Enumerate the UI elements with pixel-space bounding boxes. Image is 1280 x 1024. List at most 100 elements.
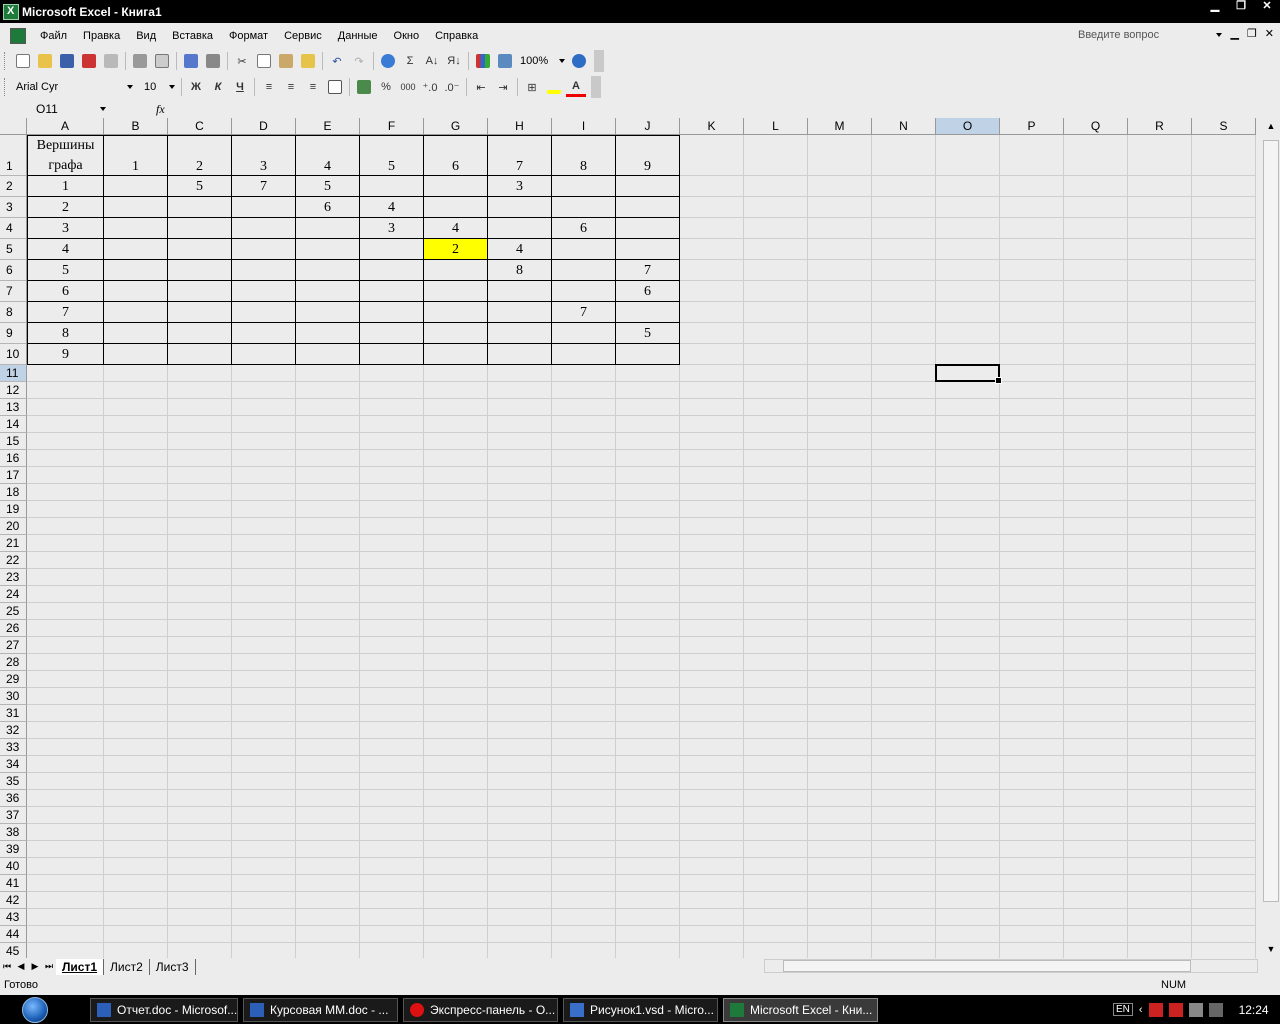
table-cell[interactable] (616, 197, 680, 218)
permission-icon[interactable] (79, 51, 99, 71)
insert-function-icon[interactable]: fx (156, 102, 165, 117)
table-column-label[interactable]: 6 (424, 135, 488, 176)
menu-window[interactable]: Окно (386, 30, 428, 42)
column-header-e[interactable]: E (296, 118, 360, 135)
table-cell[interactable] (168, 260, 232, 281)
worksheet-grid[interactable]: ABCDEFGHIJKLMNOPQRS 1 2 3 4 5 6 7 8 9 10 11 12 13 14 1… (0, 118, 1280, 958)
vertical-scrollbar[interactable]: ▲ ▼ (1262, 118, 1280, 958)
table-cell[interactable] (424, 344, 488, 365)
table-cell[interactable]: 4 (488, 239, 552, 260)
row-header-25[interactable]: 25 (0, 603, 27, 620)
row-header-6[interactable]: 6 (0, 260, 27, 281)
taskbar-item[interactable]: Курсовая ММ.doc - ... (243, 997, 398, 1022)
row-header-27[interactable]: 27 (0, 637, 27, 654)
row-header-7[interactable]: 7 (0, 281, 27, 302)
table-cell[interactable] (360, 281, 424, 302)
table-row-label[interactable]: 6 (27, 281, 104, 302)
bold-button[interactable]: Ж (186, 77, 206, 97)
thousands-button[interactable]: 000 (398, 77, 418, 97)
table-cell[interactable] (360, 344, 424, 365)
column-header-d[interactable]: D (232, 118, 296, 135)
row-header-16[interactable]: 16 (0, 450, 27, 467)
table-cell[interactable] (552, 176, 616, 197)
table-column-label[interactable]: 2 (168, 135, 232, 176)
table-cell[interactable] (616, 344, 680, 365)
row-header-41[interactable]: 41 (0, 875, 27, 892)
table-cell[interactable]: 5 (168, 176, 232, 197)
row-header-1[interactable]: 1 (0, 135, 27, 176)
merge-center-icon[interactable] (325, 77, 345, 97)
row-header-2[interactable]: 2 (0, 176, 27, 197)
doc-restore-button[interactable]: ❐ (1247, 27, 1257, 40)
table-cell[interactable] (360, 239, 424, 260)
row-header-5[interactable]: 5 (0, 239, 27, 260)
paste-icon[interactable] (276, 51, 296, 71)
table-row-label[interactable]: 1 (27, 176, 104, 197)
table-cell[interactable] (424, 197, 488, 218)
table-cell[interactable] (488, 218, 552, 239)
table-column-label[interactable]: 3 (232, 135, 296, 176)
last-sheet-icon[interactable]: ⏭ (42, 961, 56, 972)
table-row-label[interactable]: 3 (27, 218, 104, 239)
table-cell[interactable] (168, 281, 232, 302)
column-header-s[interactable]: S (1192, 118, 1256, 135)
table-cell[interactable] (232, 197, 296, 218)
print-preview-icon[interactable] (152, 51, 172, 71)
column-header-a[interactable]: A (27, 118, 104, 135)
row-header-17[interactable]: 17 (0, 467, 27, 484)
row-header-45[interactable]: 45 (0, 943, 27, 958)
table-cell[interactable]: 6 (616, 281, 680, 302)
table-cell[interactable] (424, 260, 488, 281)
row-header-40[interactable]: 40 (0, 858, 27, 875)
row-header-28[interactable]: 28 (0, 654, 27, 671)
table-cell[interactable] (168, 323, 232, 344)
table-cell[interactable]: 4 (360, 197, 424, 218)
row-header-32[interactable]: 32 (0, 722, 27, 739)
table-cell[interactable] (424, 323, 488, 344)
research-icon[interactable] (203, 51, 223, 71)
doc-minimize-button[interactable]: ▁ (1230, 27, 1238, 40)
row-header-4[interactable]: 4 (0, 218, 27, 239)
start-button[interactable] (0, 995, 70, 1024)
chart-wizard-icon[interactable] (473, 51, 493, 71)
underline-button[interactable]: Ч (230, 77, 250, 97)
column-header-c[interactable]: C (168, 118, 232, 135)
table-cell[interactable] (168, 239, 232, 260)
menu-data[interactable]: Данные (330, 30, 386, 42)
autosum-icon[interactable]: Σ (400, 51, 420, 71)
table-cell[interactable]: 7 (552, 302, 616, 323)
table-cell[interactable] (104, 176, 168, 197)
table-cell[interactable] (104, 302, 168, 323)
save-icon[interactable] (57, 51, 77, 71)
table-row-label[interactable]: 5 (27, 260, 104, 281)
menu-format[interactable]: Формат (221, 30, 276, 42)
table-cell[interactable] (616, 302, 680, 323)
table-cell[interactable] (168, 344, 232, 365)
next-sheet-icon[interactable]: ▶ (28, 961, 42, 972)
table-cell[interactable] (616, 239, 680, 260)
row-header-34[interactable]: 34 (0, 756, 27, 773)
table-column-label[interactable]: 7 (488, 135, 552, 176)
row-header-38[interactable]: 38 (0, 824, 27, 841)
name-box[interactable]: O11 (0, 101, 112, 117)
row-header-33[interactable]: 33 (0, 739, 27, 756)
column-header-b[interactable]: B (104, 118, 168, 135)
table-cell[interactable] (168, 302, 232, 323)
table-cell[interactable] (360, 302, 424, 323)
menu-help[interactable]: Справка (427, 30, 486, 42)
font-size-select[interactable]: 10 (140, 78, 178, 96)
row-header-35[interactable]: 35 (0, 773, 27, 790)
table-cell[interactable] (104, 344, 168, 365)
row-header-12[interactable]: 12 (0, 382, 27, 399)
column-header-j[interactable]: J (616, 118, 680, 135)
column-header-m[interactable]: M (808, 118, 872, 135)
excel-app-icon[interactable] (3, 3, 19, 20)
column-header-n[interactable]: N (872, 118, 936, 135)
workbook-icon[interactable] (10, 27, 26, 44)
table-cell[interactable]: 6 (296, 197, 360, 218)
row-header-42[interactable]: 42 (0, 892, 27, 909)
cut-icon[interactable]: ✂ (232, 51, 252, 71)
table-cell[interactable]: 5 (296, 176, 360, 197)
first-sheet-icon[interactable]: ⏮ (0, 961, 14, 972)
table-cell[interactable] (296, 239, 360, 260)
